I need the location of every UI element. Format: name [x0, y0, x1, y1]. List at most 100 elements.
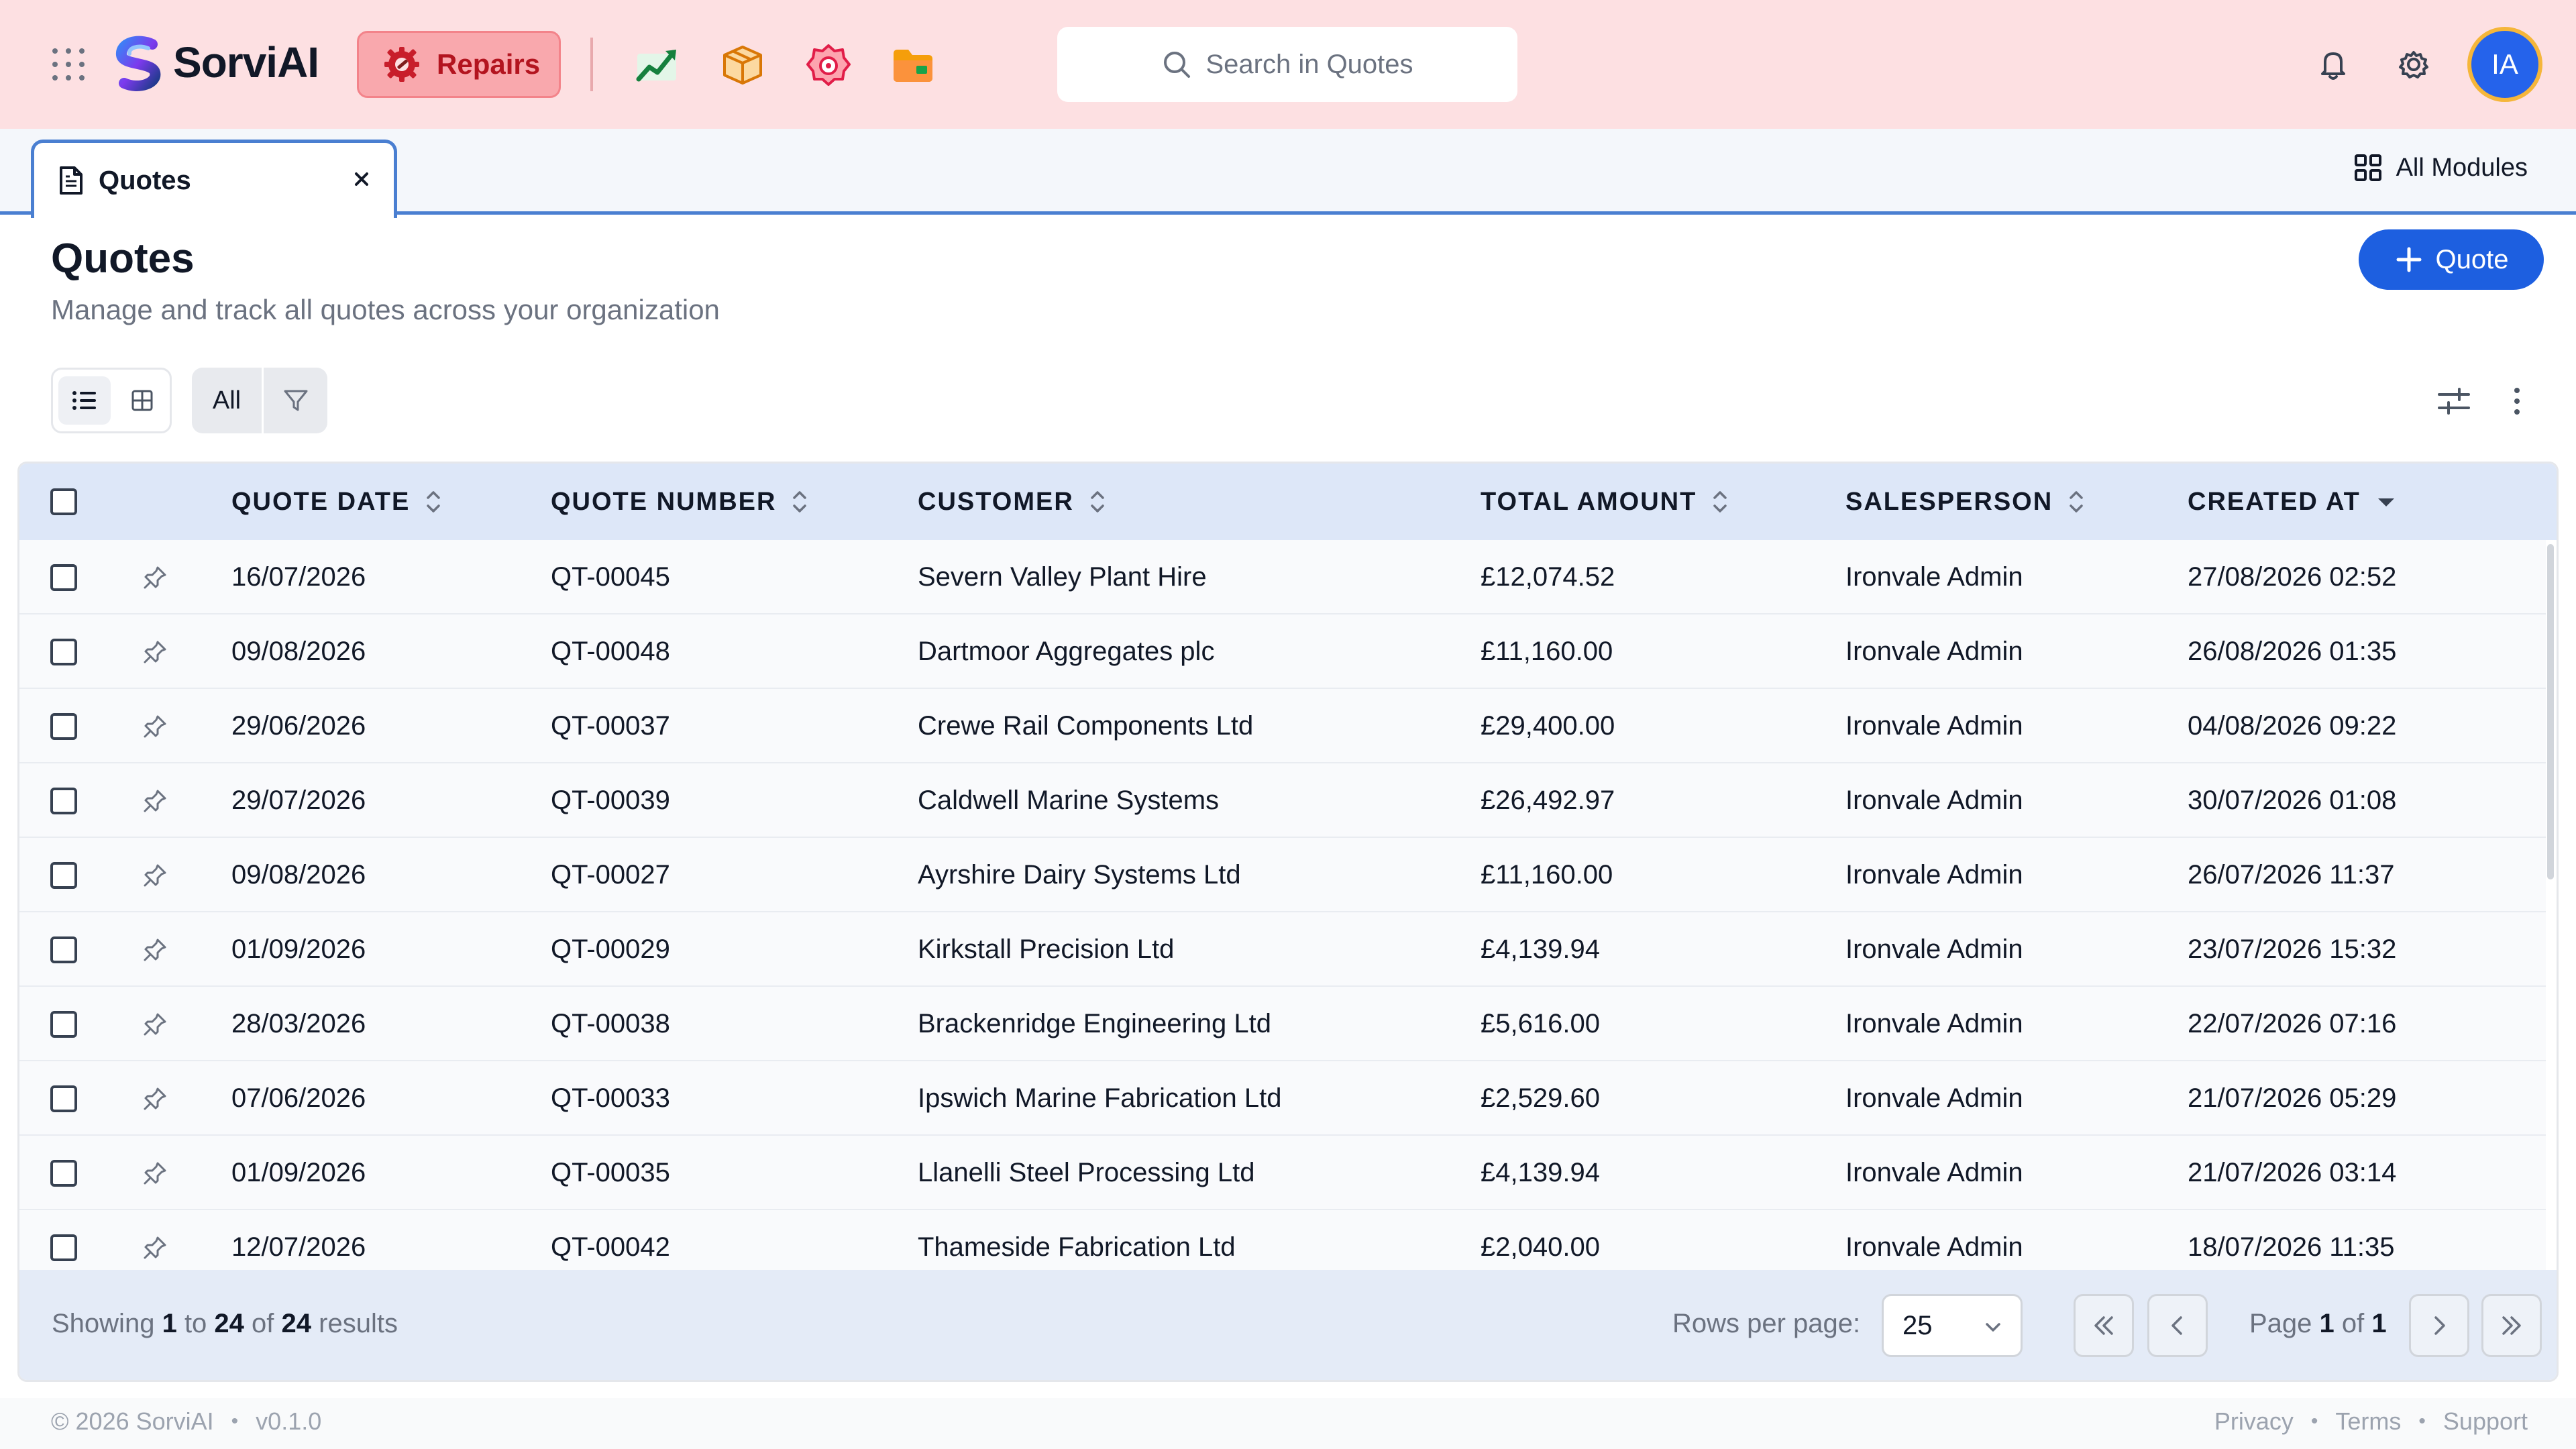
- close-icon[interactable]: [350, 167, 374, 191]
- row-checkbox-cell: [50, 540, 77, 614]
- column-header-created-at[interactable]: CREATED AT: [2188, 464, 2397, 540]
- search-input[interactable]: Search in Quotes: [1057, 27, 1517, 102]
- next-page-button[interactable]: [2409, 1294, 2469, 1357]
- cell-customer: Brackenridge Engineering Ltd: [918, 1009, 1272, 1038]
- filter-button[interactable]: [264, 387, 327, 414]
- column-label: SALESPERSON: [1845, 487, 2053, 516]
- table-row[interactable]: 12/07/2026 QT-00042 Thameside Fabrication …: [19, 1210, 2546, 1270]
- column-header-total-amount[interactable]: TOTAL AMOUNT: [1481, 464, 1729, 540]
- list-view-button[interactable]: [58, 376, 111, 425]
- column-header-quote-number[interactable]: QUOTE NUMBER: [551, 464, 808, 540]
- table-row[interactable]: 01/09/2026 QT-00029 Kirkstall Precision Lt…: [19, 912, 2546, 987]
- row-checkbox[interactable]: [50, 1085, 77, 1112]
- sort-icon: [427, 491, 441, 513]
- cell-customer: Crewe Rail Components Ltd: [918, 711, 1254, 741]
- row-checkbox[interactable]: [50, 1010, 77, 1038]
- document-icon: [60, 166, 83, 195]
- table-row[interactable]: 28/03/2026 QT-00038 Brackenridge Engineeri…: [19, 987, 2546, 1061]
- privacy-link[interactable]: Privacy: [2214, 1407, 2294, 1436]
- row-checkbox[interactable]: [50, 1234, 77, 1261]
- support-link[interactable]: Support: [2443, 1407, 2528, 1436]
- row-checkbox[interactable]: [50, 564, 77, 591]
- cell-total-amount: £29,400.00: [1481, 711, 1615, 741]
- pin-icon[interactable]: [142, 1061, 168, 1136]
- row-checkbox[interactable]: [50, 787, 77, 814]
- table-row[interactable]: 29/07/2026 QT-00039 Caldwell Marine System…: [19, 763, 2546, 838]
- range-to: 24: [214, 1309, 244, 1338]
- logo-icon: [116, 36, 161, 91]
- row-checkbox[interactable]: [50, 712, 77, 740]
- table-row[interactable]: 07/06/2026 QT-00033 Ipswich Marine Fabrica…: [19, 1061, 2546, 1136]
- previous-page-button[interactable]: [2147, 1294, 2208, 1357]
- row-checkbox[interactable]: [50, 936, 77, 963]
- pin-icon[interactable]: [142, 540, 168, 614]
- chevron-left-icon: [2171, 1316, 2182, 1335]
- user-avatar[interactable]: IA: [2467, 27, 2542, 102]
- pin-icon[interactable]: [142, 689, 168, 763]
- row-checkbox[interactable]: [50, 638, 77, 665]
- cell-quote-number: QT-00027: [551, 860, 670, 890]
- pin-icon[interactable]: [142, 763, 168, 838]
- pin-icon[interactable]: [142, 838, 168, 912]
- cell-salesperson: Ironvale Admin: [1845, 786, 2023, 815]
- row-checkbox[interactable]: [50, 861, 77, 889]
- to-text: to: [184, 1309, 207, 1338]
- table-row[interactable]: 29/06/2026 QT-00037 Crewe Rail Components …: [19, 689, 2546, 763]
- table-row[interactable]: 01/09/2026 QT-00035 Llanelli Steel Process…: [19, 1136, 2546, 1210]
- filter-group: All: [192, 368, 327, 433]
- pin-icon[interactable]: [142, 912, 168, 987]
- terms-link[interactable]: Terms: [2335, 1407, 2401, 1436]
- add-quote-button[interactable]: Quote: [2359, 229, 2544, 290]
- cell-quote-date: 12/07/2026: [231, 1232, 366, 1262]
- cell-salesperson: Ironvale Admin: [1845, 562, 2023, 592]
- results-summary: Showing 1 to 24 of 24 results: [52, 1309, 398, 1339]
- filter-all-button[interactable]: All: [192, 368, 262, 433]
- folder-icon[interactable]: [890, 42, 936, 89]
- column-header-customer[interactable]: CUSTOMER: [918, 464, 1106, 540]
- footer-separator: •: [231, 1410, 239, 1432]
- chart-up-icon[interactable]: [633, 42, 680, 89]
- table-scrollbar[interactable]: [2547, 544, 2554, 879]
- cell-total-amount: £26,492.97: [1481, 786, 1615, 815]
- row-checkbox[interactable]: [50, 1159, 77, 1187]
- sliders-icon[interactable]: [2434, 381, 2474, 421]
- pin-icon[interactable]: [142, 614, 168, 689]
- grid-view-button[interactable]: [116, 376, 168, 425]
- current-page: 1: [2319, 1309, 2334, 1338]
- select-all-checkbox[interactable]: [50, 488, 77, 515]
- header-divider: [590, 38, 593, 91]
- all-modules-button[interactable]: All Modules: [2353, 153, 2528, 182]
- row-checkbox-cell: [50, 1061, 77, 1136]
- pin-icon[interactable]: [142, 1210, 168, 1270]
- select-all-checkbox-cell[interactable]: [50, 464, 77, 540]
- cell-customer: Llanelli Steel Processing Ltd: [918, 1158, 1255, 1187]
- table-row[interactable]: 09/08/2026 QT-00027 Ayrshire Dairy Systems…: [19, 838, 2546, 912]
- pin-icon[interactable]: [142, 1136, 168, 1210]
- chevrons-right-icon: [2502, 1316, 2521, 1335]
- column-header-salesperson[interactable]: SALESPERSON: [1845, 464, 2085, 540]
- sort-icon: [793, 491, 807, 513]
- bell-icon[interactable]: [2313, 44, 2353, 85]
- box-icon[interactable]: [719, 42, 766, 89]
- repairs-module-button[interactable]: Repairs: [357, 31, 561, 98]
- range-from: 1: [162, 1309, 177, 1338]
- cell-created-at: 26/07/2026 11:37: [2188, 860, 2395, 890]
- table-row[interactable]: 16/07/2026 QT-00045 Severn Valley Plant Hi…: [19, 540, 2546, 614]
- cell-quote-number: QT-00042: [551, 1232, 670, 1262]
- target-badge-icon[interactable]: [805, 42, 852, 89]
- pin-icon[interactable]: [142, 987, 168, 1061]
- apps-grid-icon[interactable]: [52, 48, 85, 80]
- table-row[interactable]: 09/08/2026 QT-00048 Dartmoor Aggregates pl…: [19, 614, 2546, 689]
- footer-left: © 2026 SorviAI • v0.1.0: [51, 1407, 321, 1436]
- column-header-quote-date[interactable]: QUOTE DATE: [231, 464, 442, 540]
- rows-per-page-select[interactable]: 25: [1882, 1294, 2023, 1357]
- first-page-button[interactable]: [2074, 1294, 2134, 1357]
- column-label: CUSTOMER: [918, 487, 1074, 516]
- more-vertical-icon[interactable]: [2497, 381, 2537, 421]
- last-page-button[interactable]: [2481, 1294, 2542, 1357]
- chevron-right-icon: [2434, 1316, 2445, 1335]
- tab-quotes[interactable]: Quotes: [31, 140, 397, 218]
- cell-quote-date: 29/07/2026: [231, 786, 366, 815]
- modules-grid-icon: [2354, 154, 2381, 181]
- gear-icon[interactable]: [2394, 44, 2434, 85]
